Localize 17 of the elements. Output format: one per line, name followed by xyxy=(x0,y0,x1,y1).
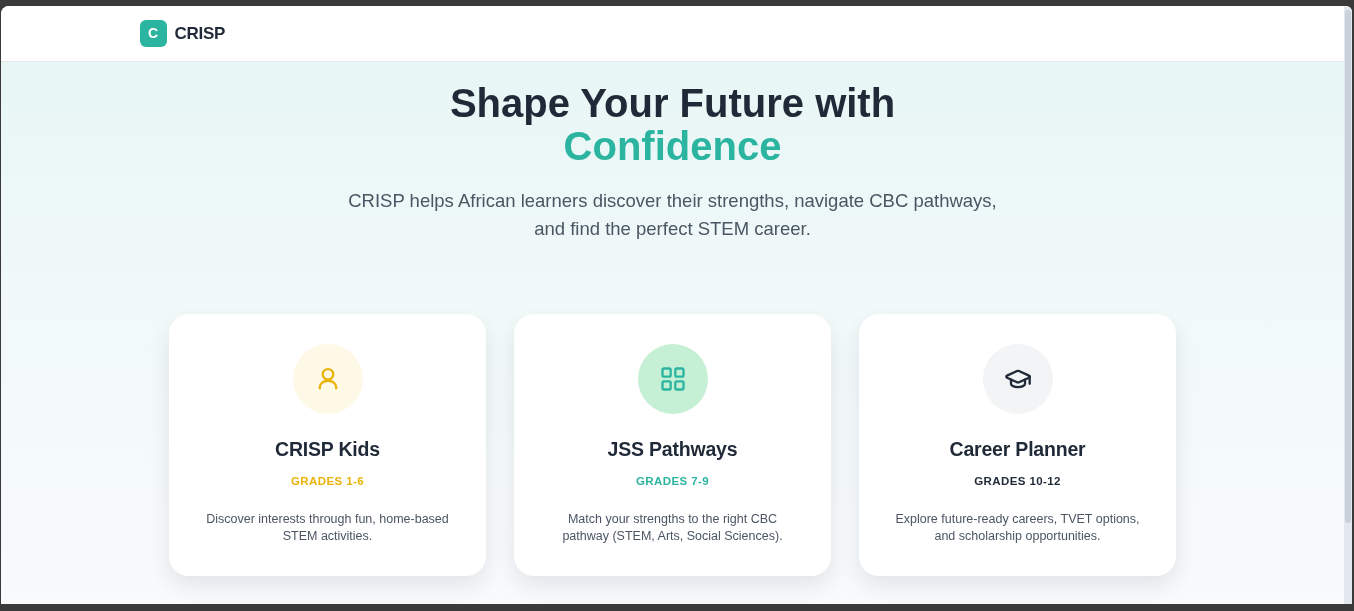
person-icon xyxy=(292,344,363,414)
graduation-cap-icon xyxy=(982,344,1053,414)
card-title: CRISP Kids xyxy=(274,437,381,461)
card-description: Discover interests through fun, home-based STEM activities. xyxy=(205,511,450,545)
grade-range-label: GRADES 7-9 xyxy=(635,474,710,489)
hero-subtitle: CRISP helps African learners discover their strengths, navigate CBC pathways, and find the perfect STEM career. xyxy=(347,189,998,241)
card-title: JSS Pathways xyxy=(606,437,739,461)
hero-highlight: Confidence xyxy=(563,125,782,168)
grade-range-label: GRADES 10-12 xyxy=(973,474,1062,489)
scrollbar-thumb[interactable] xyxy=(1345,10,1351,523)
card-description: Explore future-ready careers, TVET options, and scholarship opportunities. xyxy=(894,511,1141,545)
card-title: Career Planner xyxy=(948,437,1087,461)
hero-title: Shape Your Future with xyxy=(449,82,896,125)
grade-range-label: GRADES 1-6 xyxy=(290,474,365,489)
brand-name[interactable]: CRISP xyxy=(174,20,225,47)
grid-icon xyxy=(637,344,708,414)
card-description: Match your strengths to the right CBC pathway (STEM, Arts, Social Sciences). xyxy=(561,511,784,545)
